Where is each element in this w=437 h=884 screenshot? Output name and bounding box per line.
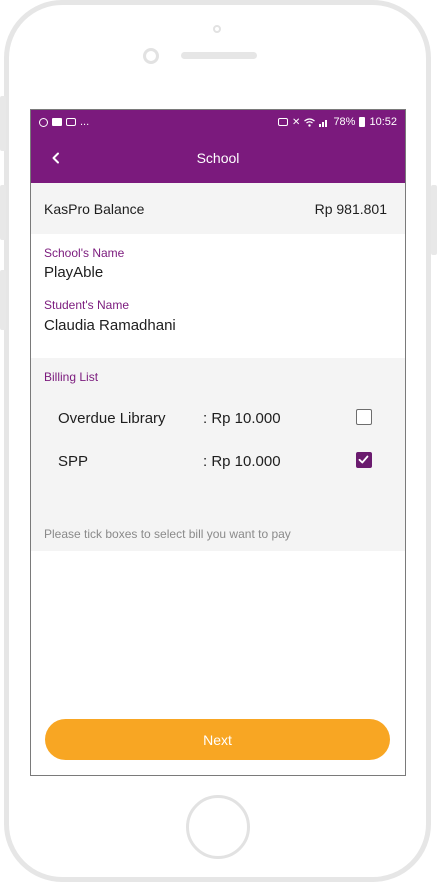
- bill-amount: : Rp 10.000: [203, 410, 281, 427]
- phone-side-button: [0, 270, 6, 330]
- bill-amount: : Rp 10.000: [203, 453, 281, 470]
- mute-icon: ✕: [292, 116, 301, 128]
- billing-list-title: Billing List: [44, 370, 99, 384]
- signal-icon: [319, 119, 328, 127]
- student-name-label: Student's Name: [44, 298, 130, 312]
- bill-row-spp: SPP : Rp 10.000: [31, 447, 405, 477]
- battery-icon: [359, 117, 366, 127]
- mail-icon: [66, 118, 76, 126]
- student-name-value: Claudia Ramadhani: [44, 317, 176, 334]
- bill-name: Overdue Library: [58, 410, 166, 427]
- billing-hint: Please tick boxes to select bill you wan…: [44, 527, 291, 541]
- balance-label: KasPro Balance: [44, 200, 145, 217]
- earpiece-speaker: [181, 52, 257, 59]
- bill-checkbox-spp[interactable]: [356, 452, 372, 468]
- balance-row: KasPro Balance Rp 981.801: [31, 183, 405, 234]
- front-camera: [143, 48, 159, 64]
- next-button[interactable]: Next: [45, 719, 390, 760]
- battery-percent: 78%: [333, 116, 356, 128]
- page-title: School: [196, 150, 240, 166]
- status-bar-right: ✕ 78% 10:52: [278, 116, 397, 128]
- app-screen: ... ✕ 78% 10:52 School KasPro Balance Rp…: [30, 109, 406, 776]
- school-name-value: PlayAble: [44, 264, 104, 281]
- status-bar: ... ✕ 78% 10:52: [31, 110, 405, 134]
- balance-amount: Rp 981.801: [314, 200, 387, 217]
- bill-row-overdue-library: Overdue Library : Rp 10.000: [31, 404, 405, 434]
- clock: 10:52: [369, 116, 397, 128]
- home-button[interactable]: [186, 795, 250, 859]
- billing-section: Billing List Overdue Library : Rp 10.000…: [31, 358, 405, 551]
- cast-icon: [278, 118, 289, 126]
- more-notifications-text: ...: [80, 116, 90, 128]
- wifi-icon: [304, 117, 316, 127]
- checkmark-icon: [358, 455, 369, 464]
- bill-name: SPP: [58, 453, 89, 470]
- bill-checkbox-overdue-library[interactable]: [356, 409, 372, 425]
- app-bar: School: [31, 134, 405, 183]
- phone-side-button: [0, 96, 6, 151]
- school-name-label: School's Name: [44, 246, 125, 260]
- status-bar-left: ...: [39, 116, 89, 128]
- phone-side-button: [431, 185, 437, 255]
- phone-side-button: [0, 185, 6, 240]
- student-info-section: School's Name PlayAble Student's Name Cl…: [31, 234, 405, 358]
- whatsapp-icon: [39, 117, 48, 127]
- video-icon: [52, 118, 62, 126]
- proximity-sensor: [213, 25, 221, 33]
